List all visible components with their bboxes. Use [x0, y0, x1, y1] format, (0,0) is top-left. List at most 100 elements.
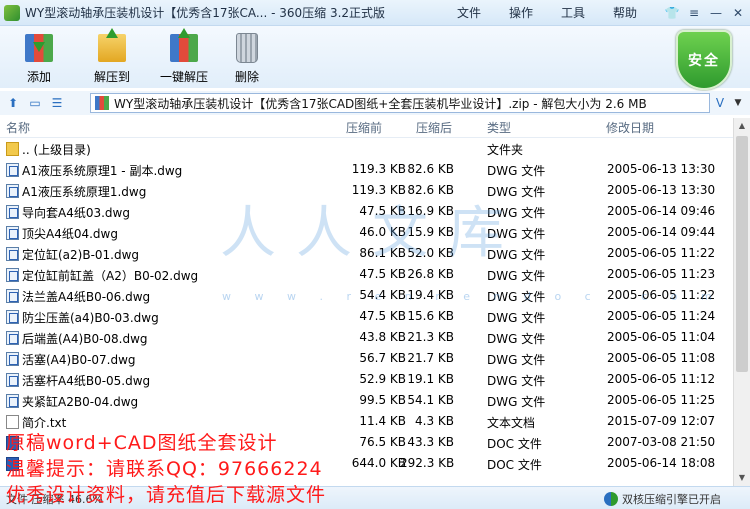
- file-name: .. (上级目录): [22, 143, 91, 157]
- overlay-line-3: 优秀设计资料，请充值后下载源文件: [6, 484, 327, 506]
- dual-core-engine-icon: [604, 492, 618, 506]
- file-compressed-size: 4.3 KB: [415, 414, 454, 428]
- column-type[interactable]: 类型: [487, 119, 511, 136]
- file-modified-date: 2005-06-14 09:44: [607, 225, 716, 239]
- file-row[interactable]: 活塞(A4)B0-07.dwg 56.7 KB 21.7 KB DWG 文件 2005-…: [0, 348, 733, 369]
- delete-button[interactable]: 删除: [230, 30, 264, 85]
- file-type: DWG 文件: [487, 332, 546, 346]
- file-compressed-size: 52.0 KB: [407, 246, 454, 260]
- file-name: 后端盖(A4)B0-08.dwg: [22, 332, 148, 346]
- file-modified-date: 2005-06-14 18:08: [607, 456, 716, 470]
- file-row[interactable]: 活塞杆A4纸B0-05.dwg 52.9 KB 19.1 KB DWG 文件 2005-…: [0, 369, 733, 390]
- watermark-url: w w w . r e n r e n d o c . c o m: [222, 290, 722, 303]
- column-original-size[interactable]: 压缩前: [346, 119, 382, 136]
- file-modified-date: 2005-06-05 11:24: [607, 309, 716, 323]
- file-row[interactable]: 夹紧缸A2B0-04.dwg 99.5 KB 54.1 KB DWG 文件 2005-0…: [0, 390, 733, 411]
- dwg-file-icon: [6, 163, 19, 177]
- overlay-line-2: 温馨提示：请联系QQ：97666224: [6, 458, 323, 480]
- up-level-icon[interactable]: ⬆: [4, 94, 22, 112]
- column-name[interactable]: 名称: [6, 119, 30, 136]
- trash-icon: [230, 30, 264, 64]
- column-modified-date[interactable]: 修改日期: [606, 119, 654, 136]
- extract-to-button[interactable]: 解压到: [94, 28, 131, 85]
- file-modified-date: 2015-07-09 12:07: [607, 414, 716, 428]
- file-name: 定位缸前缸盖（A2）B0-02.dwg: [22, 269, 199, 283]
- menu-help[interactable]: 帮助: [599, 4, 651, 21]
- file-row[interactable]: 定位缸(a2)B-01.dwg 86.1 KB 52.0 KB DWG 文件 2005-…: [0, 243, 733, 264]
- file-type: DWG 文件: [487, 269, 546, 283]
- file-name: 活塞(A4)B0-07.dwg: [22, 353, 136, 367]
- file-compressed-size: 82.6 KB: [407, 162, 454, 176]
- file-compressed-size: 82.6 KB: [407, 183, 454, 197]
- file-name: 防尘压盖(a4)B0-03.dwg: [22, 311, 159, 325]
- file-type: DWG 文件: [487, 227, 546, 241]
- file-type: DWG 文件: [487, 374, 546, 388]
- thumbnail-view-icon[interactable]: ▭: [26, 94, 44, 112]
- file-row[interactable]: 顶尖A4纸04.dwg 46.0 KB 15.9 KB DWG 文件 2005-06-1…: [0, 222, 733, 243]
- overlay-line-1: 原稿word+CAD图纸全套设计: [6, 432, 278, 454]
- menu-tools[interactable]: 工具: [547, 4, 599, 21]
- scroll-down-icon[interactable]: ▼: [734, 470, 750, 486]
- file-original-size: 46.0 KB: [359, 225, 406, 239]
- minimize-icon[interactable]: —: [705, 4, 727, 22]
- file-original-size: 644.0 KB: [351, 456, 406, 470]
- menu-file[interactable]: 文件: [443, 4, 495, 21]
- file-modified-date: 2007-03-08 21:50: [607, 435, 716, 449]
- skin-icon[interactable]: 👕: [661, 4, 683, 22]
- file-row[interactable]: 防尘压盖(a4)B0-03.dwg 47.5 KB 15.6 KB DWG 文件 200…: [0, 306, 733, 327]
- file-type: DWG 文件: [487, 248, 546, 262]
- chevron-down-icon[interactable]: ▼: [730, 93, 746, 113]
- extract-to-label: 解压到: [94, 70, 131, 84]
- file-type: DWG 文件: [487, 395, 546, 409]
- history-dropdown-icon[interactable]: V: [712, 93, 728, 113]
- close-icon[interactable]: ✕: [727, 4, 749, 22]
- file-name: 顶尖A4纸04.dwg: [22, 227, 118, 241]
- file-modified-date: 2005-06-05 11:12: [607, 372, 716, 386]
- scroll-thumb[interactable]: [736, 136, 748, 372]
- file-row[interactable]: 定位缸前缸盖（A2）B0-02.dwg 47.5 KB 26.8 KB DWG 文件 2…: [0, 264, 733, 285]
- file-row[interactable]: A1液压系统原理1.dwg 119.3 KB 82.6 KB DWG 文件 2005-0…: [0, 180, 733, 201]
- add-button[interactable]: 添加: [22, 30, 56, 85]
- archive-path-field[interactable]: WY型滚动轴承压装机设计【优秀含17张CAD图纸+全套压装机毕业设计】.zip …: [90, 93, 710, 113]
- security-shield-button[interactable]: 安全: [676, 30, 732, 90]
- file-modified-date: 2005-06-13 13:30: [607, 183, 716, 197]
- file-row[interactable]: A1液压系统原理1 - 副本.dwg 119.3 KB 82.6 KB DWG 文件 2…: [0, 159, 733, 180]
- file-original-size: 99.5 KB: [359, 393, 406, 407]
- file-original-size: 86.1 KB: [359, 246, 406, 260]
- file-row[interactable]: .. (上级目录) 文件夹: [0, 138, 733, 159]
- list-view-icon[interactable]: ☰: [48, 94, 66, 112]
- file-type: DWG 文件: [487, 185, 546, 199]
- file-name: 法兰盖A4纸B0-06.dwg: [22, 290, 151, 304]
- file-modified-date: 2005-06-05 11:25: [607, 393, 716, 407]
- column-compressed-size[interactable]: 压缩后: [416, 119, 452, 136]
- menu-icon[interactable]: ≡: [683, 4, 705, 22]
- menu-bar: 文件 操作 工具 帮助: [443, 4, 651, 21]
- security-label: 安全: [688, 53, 720, 69]
- file-compressed-size: 292.3 KB: [400, 456, 455, 470]
- file-original-size: 119.3 KB: [351, 183, 406, 197]
- one-click-extract-label: 一键解压: [160, 70, 209, 84]
- scroll-up-icon[interactable]: ▲: [734, 118, 750, 134]
- file-row[interactable]: 导向套A4纸03.dwg 47.5 KB 16.9 KB DWG 文件 2005-06-…: [0, 201, 733, 222]
- file-name: 夹紧缸A2B0-04.dwg: [22, 395, 139, 409]
- file-modified-date: 2005-06-14 09:46: [607, 204, 716, 218]
- extract-to-icon: [95, 28, 129, 64]
- zip-archive-icon: [95, 96, 109, 110]
- add-archive-icon: [22, 30, 56, 64]
- one-click-extract-button[interactable]: 一键解压: [160, 28, 209, 85]
- file-type: DWG 文件: [487, 206, 546, 220]
- delete-label: 删除: [235, 70, 260, 84]
- file-type: 文本文档: [487, 416, 536, 430]
- file-row[interactable]: 后端盖(A4)B0-08.dwg 43.8 KB 21.3 KB DWG 文件 2005…: [0, 327, 733, 348]
- file-name: A1液压系统原理1 - 副本.dwg: [22, 164, 183, 178]
- window-title: WY型滚动轴承压装机设计【优秀含17张CA... - 360压缩 3.2正式版: [25, 6, 386, 20]
- menu-operate[interactable]: 操作: [495, 4, 547, 21]
- dwg-file-icon: [6, 247, 19, 261]
- file-modified-date: 2005-06-05 11:22: [607, 246, 716, 260]
- file-list-header: 名称 压缩前 压缩后 类型 修改日期: [0, 118, 733, 138]
- file-modified-date: 2005-06-05 11:04: [607, 330, 716, 344]
- txt-file-icon: [6, 415, 19, 429]
- file-name: 导向套A4纸03.dwg: [22, 206, 130, 220]
- file-compressed-size: 16.9 KB: [407, 204, 454, 218]
- vertical-scrollbar[interactable]: ▲ ▼: [733, 118, 750, 486]
